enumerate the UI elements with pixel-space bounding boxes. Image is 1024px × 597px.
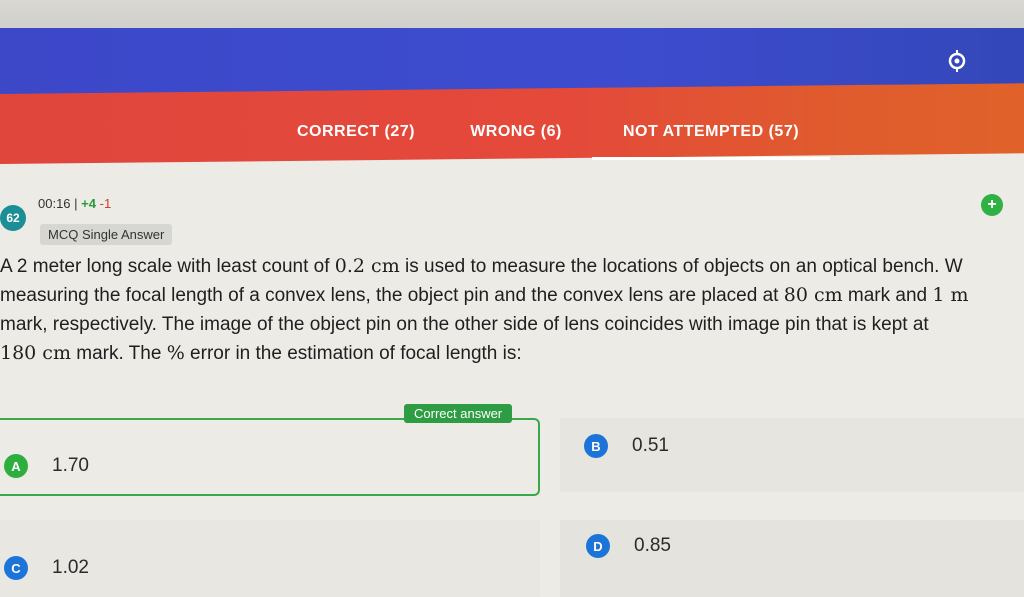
question-line-4: 180 cm mark. The % error in the estimati… — [0, 342, 522, 364]
option-c[interactable]: C 1.02 — [4, 556, 89, 580]
option-d[interactable]: D 0.85 — [586, 534, 671, 558]
option-b[interactable]: B 0.51 — [584, 434, 669, 458]
minus-marks: -1 — [99, 196, 112, 211]
option-a[interactable]: A 1.70 — [4, 454, 89, 478]
option-a-badge: A — [4, 454, 28, 478]
question-line-3: mark, respectively. The image of the obj… — [0, 314, 929, 335]
question-line-2: measuring the focal length of a convex l… — [0, 284, 969, 306]
time-spent: 00:16 | — [38, 196, 78, 211]
target-icon[interactable] — [944, 48, 970, 74]
option-d-value: 0.85 — [634, 535, 671, 556]
tab-wrong[interactable]: WRONG (6) — [450, 114, 582, 150]
tab-wrong-label: WRONG (6) — [470, 123, 562, 140]
tab-not-attempted[interactable]: NOT ATTEMPTED (57) — [592, 114, 830, 160]
option-c-value: 1.02 — [52, 557, 89, 578]
result-tabs: CORRECT (27) WRONG (6) NOT ATTEMPTED (57… — [0, 114, 1024, 160]
correct-answer-label: Correct answer — [404, 404, 513, 423]
tab-correct[interactable]: CORRECT (27) — [268, 114, 444, 150]
question-number: 62 — [0, 205, 26, 231]
option-b-value: 0.51 — [632, 435, 669, 456]
tab-correct-label: CORRECT (27) — [296, 123, 415, 140]
question-text: A 2 meter long scale with least count of… — [0, 252, 1024, 368]
add-icon[interactable]: + — [981, 194, 1003, 216]
question-meta: 00:16 | +4 -1 — [38, 196, 111, 211]
option-b-badge: B — [584, 434, 608, 458]
plus-marks: +4 — [81, 196, 96, 211]
moon-icon[interactable] — [994, 48, 1020, 74]
browser-top-strip — [0, 0, 1024, 30]
option-c-badge: C — [4, 556, 28, 580]
tab-not-attempted-label: NOT ATTEMPTED (57) — [622, 123, 800, 140]
option-d-card[interactable] — [560, 520, 1024, 597]
question-line-1: A 2 meter long scale with least count of… — [0, 255, 963, 277]
option-a-value: 1.70 — [52, 455, 89, 476]
option-d-badge: D — [586, 534, 610, 558]
question-type-badge: MCQ Single Answer — [40, 224, 173, 245]
